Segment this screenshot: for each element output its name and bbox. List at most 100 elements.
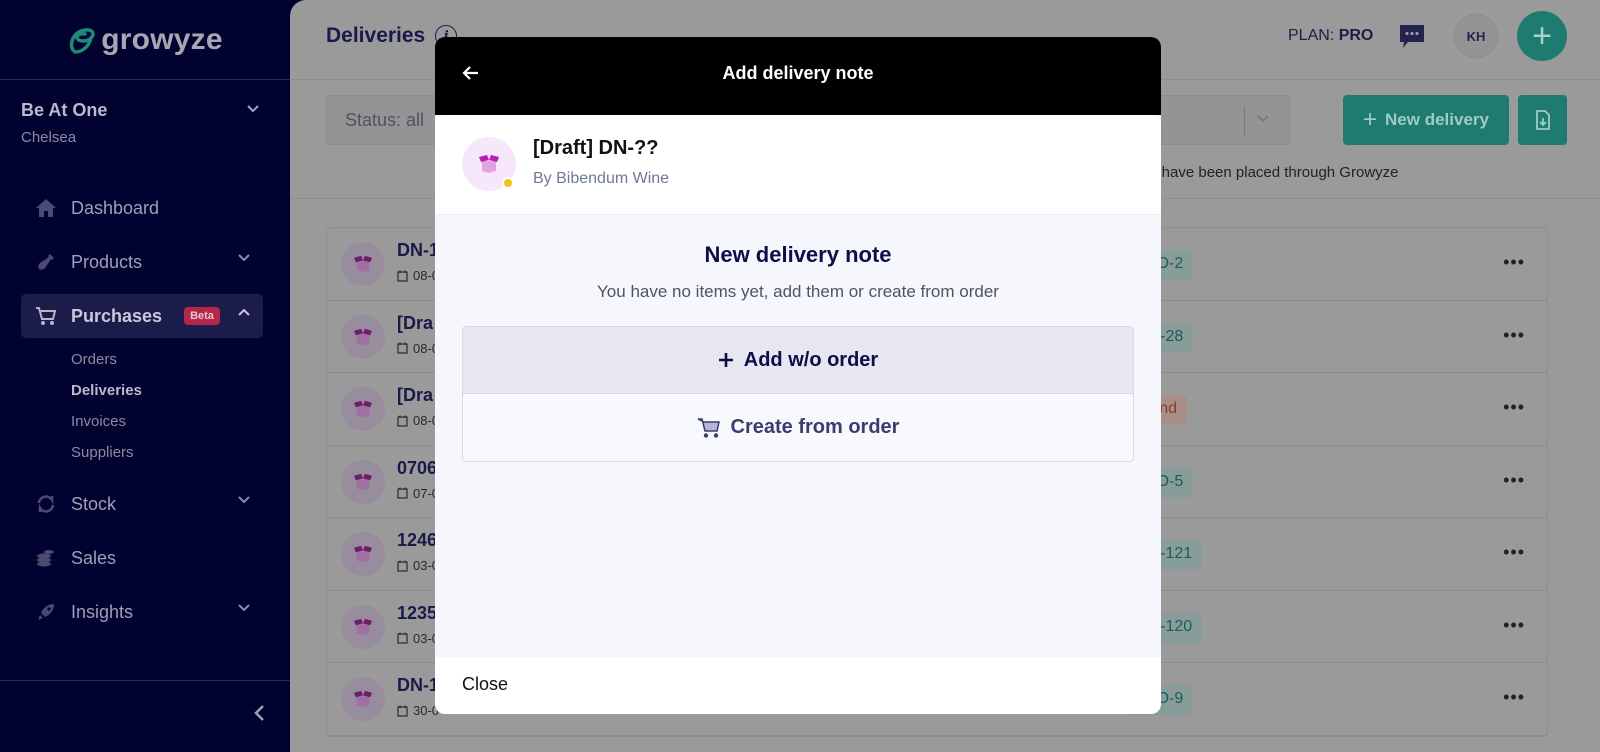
box-icon xyxy=(354,690,372,708)
delivery-date: 30-0 xyxy=(397,703,439,718)
delivery-avatar xyxy=(341,387,385,431)
delivery-date: 08-0 xyxy=(397,413,439,428)
sidebar-item-label: Stock xyxy=(71,493,117,514)
bottle-icon xyxy=(35,251,57,273)
chevron-down-icon xyxy=(238,496,250,504)
create-from-order-button[interactable]: Create from order xyxy=(463,394,1133,461)
delivery-avatar xyxy=(341,532,385,576)
calendar-icon xyxy=(397,632,408,644)
quick-add-button[interactable]: + xyxy=(1517,11,1567,61)
sidebar-item-stock[interactable]: Stock xyxy=(21,482,263,526)
home-icon xyxy=(35,197,57,219)
logo[interactable]: growyze xyxy=(0,0,290,80)
calendar-icon xyxy=(397,270,408,282)
sidebar-item-sales[interactable]: Sales xyxy=(21,536,263,580)
new-delivery-button[interactable]: + New delivery xyxy=(1343,95,1509,145)
subnav-deliveries[interactable]: Deliveries xyxy=(71,375,263,406)
calendar-icon xyxy=(397,415,408,427)
calendar-icon xyxy=(397,342,408,354)
chevron-down-icon xyxy=(238,254,250,262)
delivery-avatar xyxy=(341,604,385,649)
delivery-name[interactable]: DN-1 xyxy=(397,675,439,696)
venue-switcher[interactable]: Be At One Chelsea xyxy=(0,80,290,180)
draft-status-dot xyxy=(502,177,514,189)
delivery-avatar xyxy=(341,242,385,286)
subnav-orders[interactable]: Orders xyxy=(71,344,263,375)
delivery-date: 03-0 xyxy=(397,558,439,573)
chevron-down-icon xyxy=(247,105,259,113)
sidebar-item-products[interactable]: Products xyxy=(21,240,263,284)
box-icon xyxy=(354,473,372,490)
new-delivery-label: New delivery xyxy=(1385,110,1489,129)
delivery-name[interactable]: 0706 xyxy=(397,458,437,479)
collapse-sidebar-icon[interactable] xyxy=(252,703,266,723)
sidebar-item-insights[interactable]: Insights xyxy=(21,590,263,634)
delivery-name[interactable]: 1235 xyxy=(397,603,437,624)
box-icon xyxy=(479,155,499,173)
close-button[interactable]: Close xyxy=(462,674,508,695)
more-options-icon[interactable]: ••• xyxy=(1503,470,1525,491)
delivery-date: 08-0 xyxy=(397,341,439,356)
delivery-date: 08-0 xyxy=(397,268,439,283)
plus-icon xyxy=(718,353,733,367)
calendar-icon xyxy=(397,560,408,572)
growyze-logo-icon xyxy=(70,27,95,54)
hint-text: s have been placed through Growyze xyxy=(1150,164,1399,181)
delivery-name[interactable]: DN-1 xyxy=(397,240,439,261)
box-icon xyxy=(354,400,372,418)
delivery-date: 07-0 xyxy=(397,486,439,501)
delivery-name[interactable]: [Dra xyxy=(397,385,433,406)
calendar-icon xyxy=(397,705,408,717)
chevron-up-icon xyxy=(238,308,250,316)
add-delivery-note-modal: Add delivery note [Draft] DN-?? By Biben… xyxy=(435,37,1161,714)
sidebar-item-label: Insights xyxy=(71,601,134,622)
chevron-down-icon xyxy=(1257,115,1269,123)
sidebar-item-label: Sales xyxy=(71,547,117,568)
subnav-invoices[interactable]: Invoices xyxy=(71,406,263,437)
subnav-suppliers[interactable]: Suppliers xyxy=(71,437,263,468)
delivery-name[interactable]: [Dra xyxy=(397,313,433,334)
logo-text: growyze xyxy=(101,22,223,56)
box-icon xyxy=(354,618,372,635)
modal-body: New delivery note You have no items yet,… xyxy=(435,215,1161,657)
delivery-note-title: [Draft] DN-?? xyxy=(533,137,659,159)
coins-icon xyxy=(35,547,57,569)
box-icon xyxy=(354,255,372,273)
main-nav: Dashboard Products Purchases Beta Orders… xyxy=(21,186,263,644)
more-options-icon[interactable]: ••• xyxy=(1503,397,1525,418)
chat-icon[interactable] xyxy=(1398,22,1426,50)
sidebar-item-purchases[interactable]: Purchases Beta xyxy=(21,294,263,338)
create-options: Add w/o order Create from order xyxy=(462,326,1134,462)
modal-header: Add delivery note xyxy=(435,37,1161,115)
calendar-icon xyxy=(397,487,408,499)
plan-label: PLAN: xyxy=(1288,27,1335,44)
modal-footer: Close xyxy=(435,657,1161,714)
more-options-icon[interactable]: ••• xyxy=(1503,687,1525,708)
export-button[interactable] xyxy=(1518,95,1567,145)
rocket-icon xyxy=(35,601,57,623)
select-separator xyxy=(1244,106,1245,136)
sidebar-footer xyxy=(0,680,290,752)
box-icon xyxy=(354,328,372,345)
delivery-name[interactable]: 1246 xyxy=(397,530,437,551)
modal-title: Add delivery note xyxy=(722,63,874,83)
add-without-order-button[interactable]: Add w/o order xyxy=(463,327,1133,394)
delivery-avatar xyxy=(341,677,385,721)
chevron-down-icon xyxy=(238,604,250,612)
user-avatar[interactable]: KH xyxy=(1454,14,1498,58)
beta-badge: Beta xyxy=(184,307,220,325)
sync-icon xyxy=(35,493,57,515)
delivery-avatar xyxy=(341,314,385,359)
sidebar-item-label: Products xyxy=(71,251,143,272)
more-options-icon[interactable]: ••• xyxy=(1503,542,1525,563)
more-options-icon[interactable]: ••• xyxy=(1503,615,1525,636)
sidebar-item-label: Purchases xyxy=(71,305,163,326)
more-options-icon[interactable]: ••• xyxy=(1503,252,1525,273)
delivery-avatar xyxy=(462,137,516,191)
supplier-name: By Bibendum Wine xyxy=(533,170,670,187)
delivery-avatar xyxy=(341,459,385,504)
sidebar-item-label: Dashboard xyxy=(71,197,160,218)
sidebar-item-dashboard[interactable]: Dashboard xyxy=(21,186,263,230)
cart-icon xyxy=(35,305,57,327)
more-options-icon[interactable]: ••• xyxy=(1503,325,1525,346)
